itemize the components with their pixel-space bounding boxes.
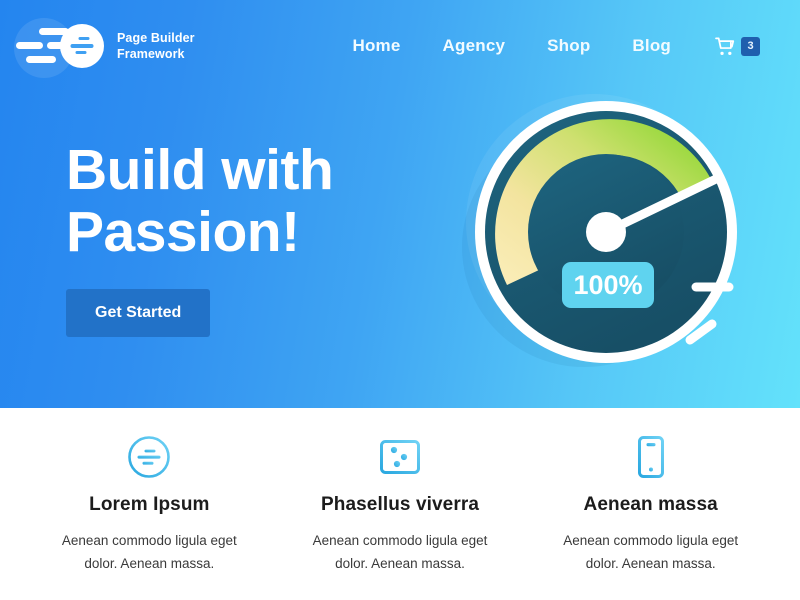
main-navigation: Home Agency Shop Blog 3 (352, 36, 760, 56)
feature-title: Phasellus viverra (320, 494, 480, 515)
brand-name: Page Builder Framework (117, 31, 195, 61)
nav-item-agency[interactable]: Agency (443, 36, 506, 56)
site-header: Page Builder Framework Home Agency Shop … (0, 0, 800, 92)
nav-item-blog[interactable]: Blog (632, 36, 671, 56)
features-section: Lorem Ipsum Aenean commodo ligula eget d… (0, 408, 800, 600)
nav-item-shop[interactable]: Shop (547, 36, 590, 56)
speedometer-gauge: 100% (462, 94, 737, 367)
sliders-panel-icon (378, 434, 422, 480)
nav-item-home[interactable]: Home (352, 36, 400, 56)
cart-count-badge: 3 (741, 36, 760, 56)
feature-text: Aenean commodo ligula eget dolor. Aenean… (563, 533, 739, 572)
get-started-button[interactable]: Get Started (66, 289, 211, 338)
feature-card-1: Lorem Ipsum Aenean commodo ligula eget d… (24, 434, 275, 600)
feature-title: Aenean massa (583, 494, 718, 515)
feature-card-2: Phasellus viverra Aenean commodo ligula … (275, 434, 526, 600)
hero-title: Build with Passion! (66, 138, 334, 264)
feature-title: Lorem Ipsum (89, 494, 210, 515)
shopping-cart-icon (715, 37, 735, 55)
brand-logo[interactable]: Page Builder Framework (60, 24, 195, 68)
feature-card-3: Aenean massa Aenean commodo ligula eget … (525, 434, 776, 600)
gauge-value-label: 100% (573, 270, 642, 300)
hero-section: Page Builder Framework Home Agency Shop … (0, 0, 800, 408)
page-builder-logo-icon (127, 434, 171, 480)
page-builder-logo-icon (60, 24, 104, 68)
cart-button[interactable]: 3 (715, 36, 760, 56)
feature-text: Aenean commodo ligula eget dolor. Aenean… (61, 533, 237, 572)
feature-text: Aenean commodo ligula eget dolor. Aenean… (312, 533, 488, 572)
mobile-device-icon (636, 434, 666, 480)
hero-copy: Build with Passion! Get Started (66, 138, 334, 338)
